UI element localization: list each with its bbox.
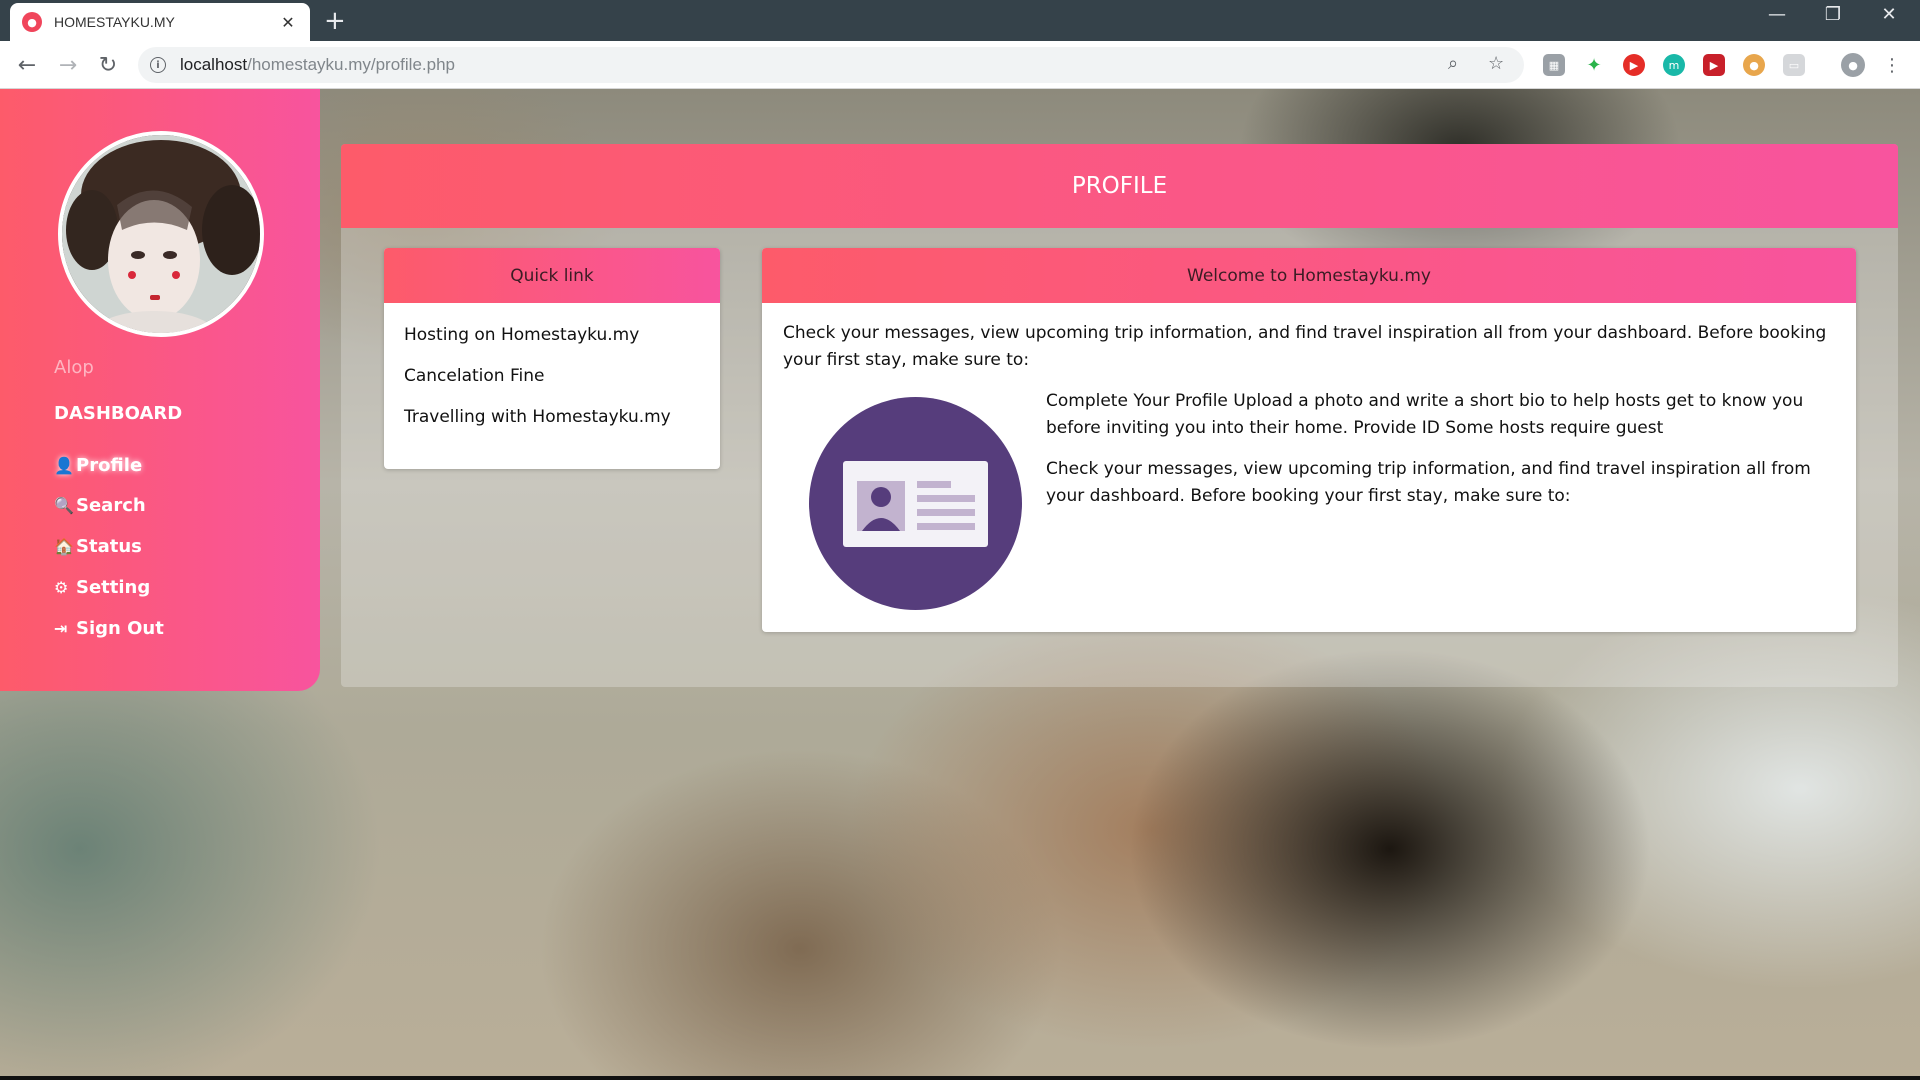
sidebar-item-sign-out[interactable]: ⇥ Sign Out	[54, 618, 164, 639]
sidebar-item-label: Setting	[76, 577, 151, 598]
back-icon[interactable]: ←	[11, 49, 43, 81]
site-info-icon[interactable]: i	[150, 57, 166, 73]
url-host: localhost	[180, 55, 248, 74]
sidebar-item-search[interactable]: 🔍 Search	[54, 495, 146, 516]
welcome-paragraph-profile: Complete Your Profile Upload a photo and…	[1046, 391, 1804, 438]
quick-link-cancelation[interactable]: Cancelation Fine	[404, 366, 544, 386]
restore-icon[interactable]: ❐	[1810, 4, 1856, 25]
menu-kebab-icon[interactable]: ⋮	[1881, 54, 1903, 76]
sidebar-item-setting[interactable]: ⚙ Setting	[54, 577, 150, 598]
welcome-card: Welcome to Homestayku.my Check your mess…	[762, 248, 1856, 632]
sidebar-item-label: Sign Out	[76, 618, 164, 639]
welcome-title: Welcome to Homestayku.my	[762, 248, 1856, 303]
forward-icon[interactable]: →	[52, 49, 84, 81]
quick-link-hosting[interactable]: Hosting on Homestayku.my	[404, 325, 639, 345]
profile-avatar-icon[interactable]: ●	[1841, 53, 1865, 77]
gear-icon: ⚙	[54, 578, 69, 597]
extension-cookie-icon[interactable]: ●	[1743, 54, 1765, 76]
minimize-icon[interactable]: —	[1754, 4, 1800, 25]
quick-link-travelling[interactable]: Travelling with Homestayku.my	[404, 407, 671, 427]
reload-icon[interactable]: ↻	[92, 49, 124, 81]
new-tab-icon[interactable]: +	[324, 6, 346, 36]
sidebar-username: Alop	[54, 357, 94, 378]
sidebar-item-status[interactable]: 🏠 Status	[54, 536, 142, 557]
url-path: /homestayku.my/profile.php	[247, 55, 455, 74]
tab-title: HOMESTAYKU.MY	[54, 14, 175, 30]
sidebar: Alop DASHBOARD 👤 Profile 🔍 Search 🏠 Stat…	[0, 89, 320, 691]
zoom-icon[interactable]: ⌕	[1448, 53, 1458, 74]
extension-media-icon[interactable]: ▶	[1703, 54, 1725, 76]
profile-panel: PROFILE Quick link Hosting on Homestayku…	[341, 144, 1898, 687]
user-icon: 👤	[54, 456, 74, 475]
profile-header: PROFILE	[341, 144, 1898, 228]
avatar	[58, 131, 264, 337]
bookmark-star-icon[interactable]: ☆	[1488, 53, 1504, 74]
id-card-icon	[809, 397, 1022, 610]
avatar-photo	[62, 135, 260, 333]
sidebar-item-label: Profile	[76, 455, 143, 476]
sidebar-item-label: Search	[76, 495, 146, 516]
browser-tab-bar: ● HOMESTAYKU.MY ✕ + — ❐ ✕	[0, 0, 1920, 41]
sign-out-icon: ⇥	[54, 619, 68, 638]
quick-link-card: Quick link Hosting on Homestayku.my Canc…	[384, 248, 720, 469]
browser-tab[interactable]: ● HOMESTAYKU.MY ✕	[10, 3, 310, 41]
extension-m-icon[interactable]: m	[1663, 54, 1685, 76]
search-icon: 🔍	[54, 496, 74, 515]
sidebar-dashboard-link[interactable]: DASHBOARD	[54, 403, 182, 424]
close-tab-icon[interactable]: ✕	[278, 13, 298, 32]
window-bottom-edge	[0, 1076, 1920, 1080]
site-favicon-icon: ●	[22, 12, 42, 32]
quick-link-title: Quick link	[384, 248, 720, 303]
home-icon: 🏠	[54, 537, 74, 556]
extension-gray-icon[interactable]: ▭	[1783, 54, 1805, 76]
extension-feather-icon[interactable]: ✦	[1583, 54, 1605, 76]
page-title: PROFILE	[1071, 173, 1168, 199]
sidebar-item-profile[interactable]: 👤 Profile	[54, 455, 142, 476]
extension-play-icon[interactable]: ▶	[1623, 54, 1645, 76]
extension-translate-icon[interactable]: ▦	[1543, 54, 1565, 76]
close-window-icon[interactable]: ✕	[1866, 4, 1912, 25]
welcome-paragraph-messages: Check your messages, view upcoming trip …	[1046, 459, 1811, 506]
welcome-intro: Check your messages, view upcoming trip …	[783, 323, 1827, 370]
page-viewport: Alop DASHBOARD 👤 Profile 🔍 Search 🏠 Stat…	[0, 89, 1920, 1076]
address-bar[interactable]: i localhost/homestayku.my/profile.php ⌕ …	[138, 47, 1524, 83]
sidebar-item-label: Status	[76, 536, 142, 557]
